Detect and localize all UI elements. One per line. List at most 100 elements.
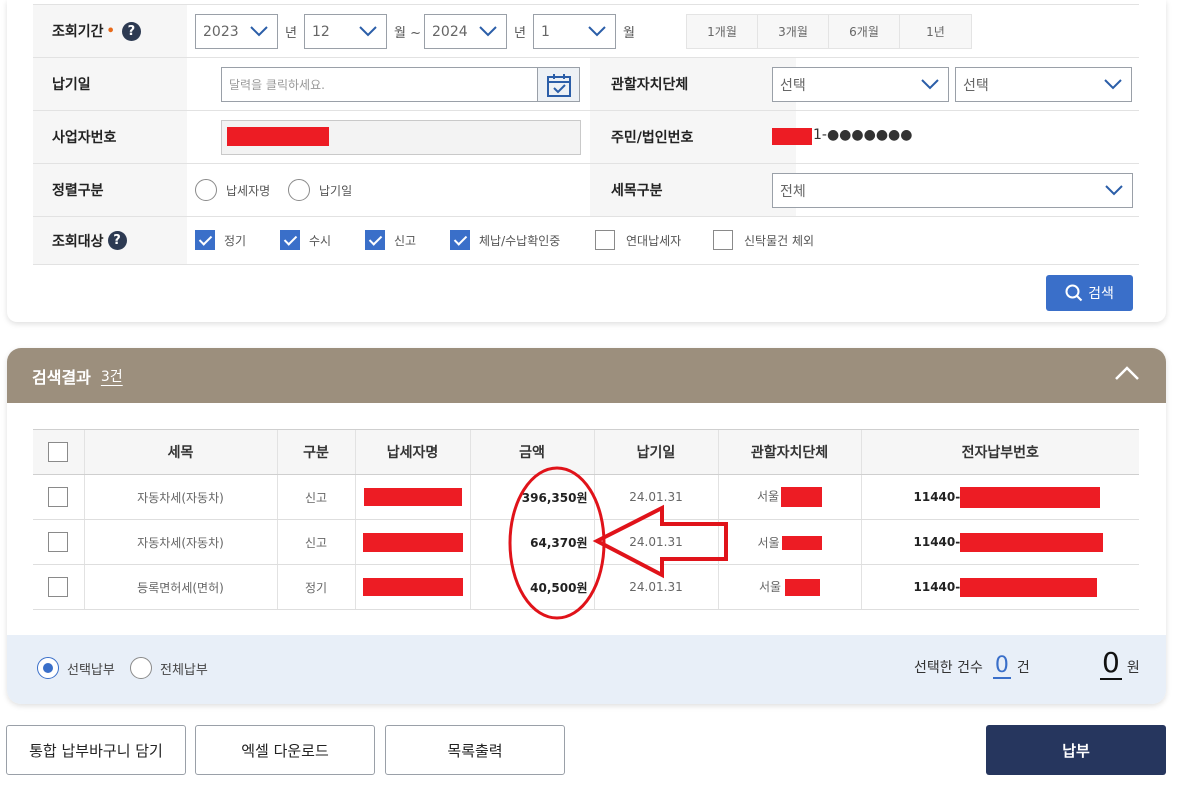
due-cell: 24.01.31 <box>593 519 718 565</box>
row-checkbox[interactable] <box>48 487 69 507</box>
column-header: 세목 <box>83 429 277 475</box>
period-1-year-button[interactable]: 1년 <box>900 15 971 48</box>
pay-all-label: 전체납부 <box>160 662 208 678</box>
row-checkbox[interactable] <box>48 532 69 552</box>
pay-button[interactable]: 납부 <box>986 725 1166 775</box>
region-label: 서울 <box>757 535 780 550</box>
due-date-input[interactable]: 달력을 클릭하세요. <box>221 67 580 102</box>
jurisdiction-label: 관할자치단체 <box>590 58 796 110</box>
row-select-cell <box>33 564 84 610</box>
to-month-select[interactable]: 1 <box>533 14 616 49</box>
checkbox-icon[interactable] <box>713 230 733 250</box>
taxpayer-cell <box>354 564 470 610</box>
checkbox-icon[interactable] <box>595 230 615 250</box>
help-icon[interactable]: ? <box>121 21 141 41</box>
target-option-occasional[interactable]: 수시 <box>280 230 331 250</box>
target-option-label: 연대납세자 <box>626 233 682 248</box>
year-unit-label: 년 <box>514 26 526 41</box>
epay-prefix: 11440- <box>913 579 961 594</box>
column-header: 관할자치단체 <box>717 429 861 475</box>
row-select-cell <box>33 474 84 520</box>
target-option-label: 체납/수납확인중 <box>479 233 561 248</box>
selected-count-label: 선택한 건수 <box>914 660 983 676</box>
epay-number-cell: 11440- <box>860 519 1139 565</box>
from-year-select[interactable]: 2023 <box>195 14 278 49</box>
to-year-select[interactable]: 2024 <box>424 14 507 49</box>
sort-option-taxpayer[interactable]: 납세자명 <box>195 179 270 201</box>
from-month-select[interactable]: 12 <box>304 14 387 49</box>
selected-amount: 0 원 <box>1100 648 1140 680</box>
epay-number-cell: 11440- <box>860 474 1139 520</box>
help-icon[interactable]: ? <box>107 231 127 250</box>
amount-cell: 396,350원 <box>469 474 594 520</box>
calendar-icon <box>546 73 571 97</box>
due-date-label: 납기일 <box>33 58 187 110</box>
column-header: 전자납부번호 <box>860 429 1139 475</box>
search-button[interactable]: 검색 <box>1046 275 1133 311</box>
pay-selected-option[interactable]: 선택납부 <box>37 657 115 679</box>
radio-icon[interactable] <box>130 657 152 679</box>
amount-cell: 64,370원 <box>469 519 594 565</box>
results-title: 검색결과 <box>32 367 91 387</box>
sort-row: 정렬구분 납세자명 납기일 세목구분 전체 <box>33 164 1139 217</box>
target-option-regular[interactable]: 정기 <box>195 230 246 250</box>
chevron-up-icon[interactable] <box>1114 364 1140 384</box>
excel-download-button[interactable]: 엑셀 다운로드 <box>195 725 375 775</box>
radio-icon[interactable] <box>37 657 59 679</box>
column-header: 납기일 <box>593 429 718 475</box>
tax-type-select[interactable]: 전체 <box>772 173 1133 208</box>
row-checkbox[interactable] <box>48 577 69 597</box>
period-1-month-button[interactable]: 1개월 <box>687 15 758 48</box>
target-option-arrears[interactable]: 체납/수납확인중 <box>450 230 560 250</box>
amount-unit: 원 <box>1126 660 1140 676</box>
select-all-checkbox[interactable] <box>48 442 69 462</box>
checkbox-icon[interactable] <box>195 230 215 250</box>
redaction-mark <box>227 127 329 146</box>
resident-no-label: 주민/법인번호 <box>590 111 796 163</box>
jurisdiction-select-1[interactable]: 선택 <box>772 67 949 102</box>
target-option-joint[interactable]: 연대납세자 <box>595 230 681 250</box>
column-header: 납세자명 <box>354 429 470 475</box>
due-date-row: 납기일 달력을 클릭하세요. 관할자치단체 선택 선택 <box>33 58 1139 111</box>
table-row[interactable]: 자동차세(자동차) 신고 396,350원 24.01.31 서울 11440- <box>33 474 1139 520</box>
period-6-month-button[interactable]: 6개월 <box>829 15 900 48</box>
chevron-down-icon <box>1104 79 1122 90</box>
selected-amount-value: 0 <box>1100 646 1122 680</box>
target-row: 조회대상 ? 정기 수시 신고 체납/수납확인중 연대납세자 신탁물건 체외 <box>33 217 1139 265</box>
print-list-button[interactable]: 목록출력 <box>385 725 565 775</box>
jurisdiction-select-1-value: 선택 <box>780 77 806 94</box>
month-unit-label: 월 <box>623 26 635 41</box>
epay-prefix: 11440- <box>913 534 961 549</box>
results-count[interactable]: 3건 <box>101 366 123 386</box>
search-form-table: 조회기간 • ? 2023 년 12 월 ~ 2024 년 1 월 1개월 3개… <box>33 4 1139 265</box>
business-no-field <box>221 120 581 155</box>
results-table: 세목 구분 납세자명 금액 납기일 관할자치단체 전자납부번호 자동차세(자동차… <box>33 429 1139 610</box>
epay-prefix: 11440- <box>913 489 961 504</box>
redaction-mark <box>960 577 1098 597</box>
sort-option-due-date[interactable]: 납기일 <box>288 179 352 201</box>
radio-icon[interactable] <box>195 179 217 201</box>
target-option-label: 수시 <box>309 233 332 248</box>
period-3-month-button[interactable]: 3개월 <box>758 15 829 48</box>
checkbox-icon[interactable] <box>365 230 385 250</box>
add-to-cart-button[interactable]: 통합 납부바구니 담기 <box>6 725 186 775</box>
taxpayer-cell <box>354 519 470 565</box>
period-label: 조회기간 <box>52 24 104 40</box>
to-year-value: 2024 <box>432 23 468 40</box>
jurisdiction-select-2[interactable]: 선택 <box>955 67 1132 102</box>
required-mark: • <box>106 23 115 39</box>
target-option-label: 신고 <box>394 233 417 248</box>
tax-type-label: 세목구분 <box>590 164 796 216</box>
pay-all-option[interactable]: 전체납부 <box>130 657 208 679</box>
due-cell: 24.01.31 <box>593 564 718 610</box>
checkbox-icon[interactable] <box>450 230 470 250</box>
payment-summary-bar: 선택납부 전체납부 선택한 건수 0 건 0 원 <box>7 635 1166 704</box>
month-separator: 월 ~ <box>394 26 421 41</box>
table-row[interactable]: 등록면허세(면허) 정기 40,500원 24.01.31 서울 11440- <box>33 564 1139 610</box>
table-row[interactable]: 자동차세(자동차) 신고 64,370원 24.01.31 서울 11440- <box>33 519 1139 565</box>
checkbox-icon[interactable] <box>280 230 300 250</box>
target-option-report[interactable]: 신고 <box>365 230 416 250</box>
target-option-trust[interactable]: 신탁물건 체외 <box>713 230 814 250</box>
radio-icon[interactable] <box>288 179 310 201</box>
calendar-button[interactable] <box>537 68 579 101</box>
